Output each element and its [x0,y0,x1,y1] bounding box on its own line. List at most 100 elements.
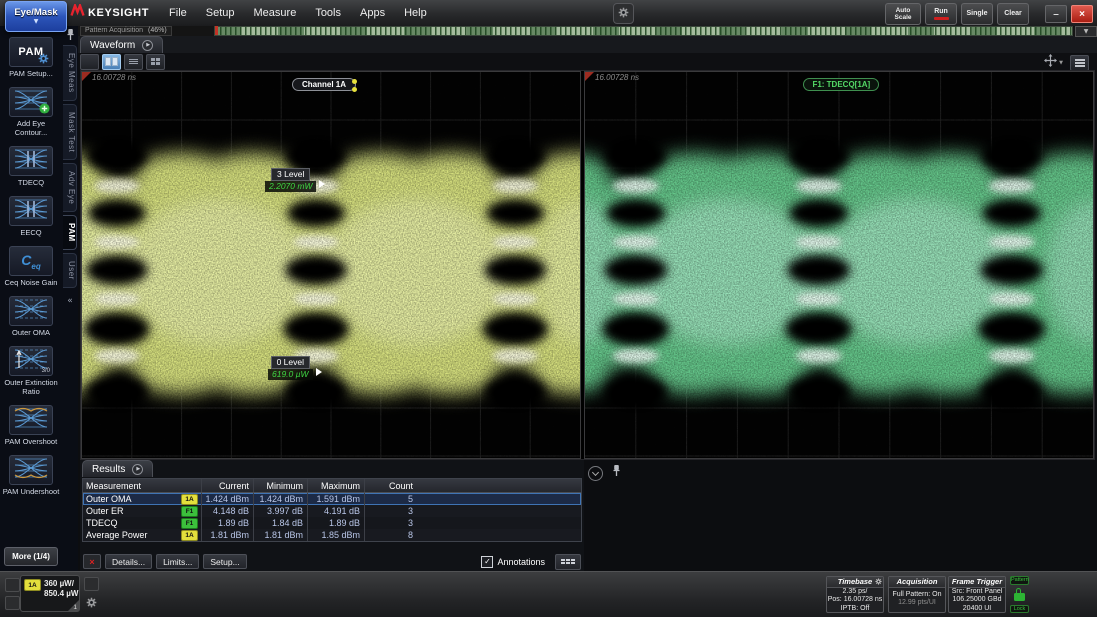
sidebar-tool-eecq[interactable]: EECQ [2,196,60,237]
display-menu-button[interactable] [1070,55,1089,71]
run-button[interactable]: Run [925,3,957,25]
collapse-results-button[interactable] [588,466,603,481]
eye-diagram-channel-1a[interactable]: 16.00728 ns Channel 1A 3 Level 2.2070 mW… [81,71,581,459]
eecq-icon [9,196,53,226]
annotations-checkbox[interactable]: ✓ [481,556,493,568]
scroll-left-button[interactable] [5,578,20,592]
pam4-eye-plot-green [585,72,1093,458]
gear-icon [38,53,49,64]
col-maximum[interactable]: Maximum [307,479,364,492]
menu-setup[interactable]: Setup [206,7,235,19]
timebase-position-readout: 16.00728 ns [595,73,639,82]
tab-mask-test[interactable]: Mask Test [63,104,77,160]
trigger-baud-rate: 106.25000 GBd [949,596,1005,604]
results-header-row: Measurement Current Minimum Maximum Coun… [83,479,581,493]
play-icon[interactable]: ▶ [142,40,153,51]
channel-panel-button[interactable] [84,577,99,591]
timebase-position: Pos: 16.00728 ns [827,596,883,604]
details-button[interactable]: Details... [105,554,152,569]
col-minimum[interactable]: Minimum [253,479,307,492]
channel-1a-scale-panel[interactable]: 1A 360 µW/ 850.4 µW 1 [20,575,80,612]
close-button[interactable]: × [1071,5,1093,23]
menu-tools[interactable]: Tools [315,7,341,19]
menu-help[interactable]: Help [404,7,427,19]
channel-color-dots-icon [352,79,357,92]
sidebar-tool-pam-setup[interactable]: PAM PAM Setup... [2,37,60,78]
results-panel-controls [588,464,621,482]
tab-pam[interactable]: PAM [63,215,77,250]
results-buttons: × Details... Limits... Setup... ✓ Annota… [83,554,581,569]
function-badge[interactable]: F1: TDECQ[1A] [803,78,879,91]
minimize-button[interactable]: – [1045,5,1067,23]
sidebar-tool-tdecq[interactable]: TDECQ [2,146,60,187]
single-button[interactable]: Single [961,3,993,25]
tab-results[interactable]: Results ▶ [82,460,153,477]
table-row-outer-oma[interactable]: Outer OMA 1A 1.424 dBm 1.424 dBm 1.591 d… [83,493,581,505]
delete-measurement-button[interactable]: × [83,554,101,569]
pin-results-button[interactable] [612,464,621,482]
layout-single-button[interactable] [80,54,99,70]
layout-stacked-button[interactable] [124,54,143,70]
timebase-position-readout: 16.00728 ns [92,73,136,82]
touchscreen-gear-button[interactable] [613,3,634,24]
col-measurement[interactable]: Measurement [83,479,201,492]
col-count[interactable]: Count [364,479,417,492]
annotation-3-level[interactable]: 3 Level 2.2070 mW [265,168,316,192]
acquisition-position-marker [215,26,218,35]
brand-name: KEYSIGHT [88,7,149,19]
tab-user[interactable]: User [63,253,77,288]
setup-button[interactable]: Setup... [203,554,246,569]
sidebar-tool-pam-undershoot[interactable]: PAM Undershoot [2,455,60,496]
play-icon[interactable]: ▶ [132,464,143,475]
table-row-average-power[interactable]: Average Power 1A 1.81 dBm 1.81 dBm 1.85 … [83,529,581,541]
table-row-outer-er[interactable]: Outer ER F1 4.148 dB 3.997 dB 4.191 dB 3 [83,505,581,517]
level-marker-arrow-icon [316,368,322,376]
pattern-acquisition-strip[interactable] [214,26,1073,36]
status-bar: 1A 360 µW/ 850.4 µW 1 Timebase 2.35 ps/ … [0,571,1097,617]
layout-split-button[interactable] [102,54,121,70]
frame-trigger-panel[interactable]: Frame Trigger Src: Front Panel 106.25000… [948,576,1006,613]
more-tools-button[interactable]: More (1/4) [4,547,58,566]
collapse-sidebar-button[interactable]: « [67,296,73,306]
points-per-ui: 12.99 pts/UI [889,599,945,607]
chevron-down-icon: ▼ [1059,60,1063,66]
eye-mask-app-button[interactable]: Eye/Mask ▼ [5,1,67,32]
sidebar-tool-outer-extinction-ratio[interactable]: 3/0 Outer Extinction Ratio [2,346,60,396]
channel-badge[interactable]: Channel 1A [292,78,356,91]
annotation-0-level[interactable]: 0 Level 619.0 µW [268,356,313,380]
acquisition-panel[interactable]: Acquisition Full Pattern: On 12.99 pts/U… [888,576,946,613]
tab-adv-eye[interactable]: Adv Eye [63,163,77,212]
channel-setup-gear-button[interactable] [84,596,99,611]
trigger-marker-icon [585,72,594,81]
menu-bar: File Setup Measure Tools Apps Help [169,7,427,19]
flexdca-window: Eye/Mask ▼ KEYSIGHT File Setup Measure T… [0,0,1097,617]
sidebar-tool-pam-overshoot[interactable]: PAM Overshoot [2,405,60,446]
menu-apps[interactable]: Apps [360,7,385,19]
scroll-left-lower-button[interactable] [5,596,20,610]
sidebar-tool-ceq-noise-gain[interactable]: Ceq Ceq Noise Gain [2,246,60,287]
tab-eye-meas[interactable]: Eye Meas [63,45,77,101]
acquisition-dropdown-button[interactable]: ▼ [1075,26,1097,37]
pushpin-icon[interactable] [66,28,75,42]
waveform-display: 16.00728 ns Channel 1A 3 Level 2.2070 mW… [80,70,1095,460]
sidebar-tool-add-eye-contour[interactable]: Add Eye Contour... [2,87,60,137]
sidebar-tool-outer-oma[interactable]: Outer OMA [2,296,60,337]
auto-scale-button[interactable]: Auto Scale [885,3,921,25]
source-badge: 1A [181,530,198,541]
layout-grid-button[interactable] [146,54,165,70]
ceq-icon: Ceq [9,246,53,276]
eye-diagram-tdecq-f1[interactable]: 16.00728 ns F1: TDECQ[1A] [584,71,1094,459]
menu-file[interactable]: File [169,7,187,19]
tab-waveform[interactable]: Waveform ▶ [80,36,163,53]
limits-button[interactable]: Limits... [156,554,199,569]
trigger-source: Src: Front Panel [949,588,1005,596]
clear-button[interactable]: Clear [997,3,1029,25]
level-marker-arrow-icon [319,180,325,188]
table-view-button[interactable] [555,554,581,570]
slot-number: 1 [73,604,77,611]
source-badge: 1A [181,494,198,505]
menu-measure[interactable]: Measure [254,7,297,19]
col-current[interactable]: Current [201,479,253,492]
timebase-panel[interactable]: Timebase 2.35 ps/ Pos: 16.00728 ns IPTB:… [826,576,884,613]
table-row-tdecq[interactable]: TDECQ F1 1.89 dB 1.84 dB 1.89 dB 3 [83,517,581,529]
